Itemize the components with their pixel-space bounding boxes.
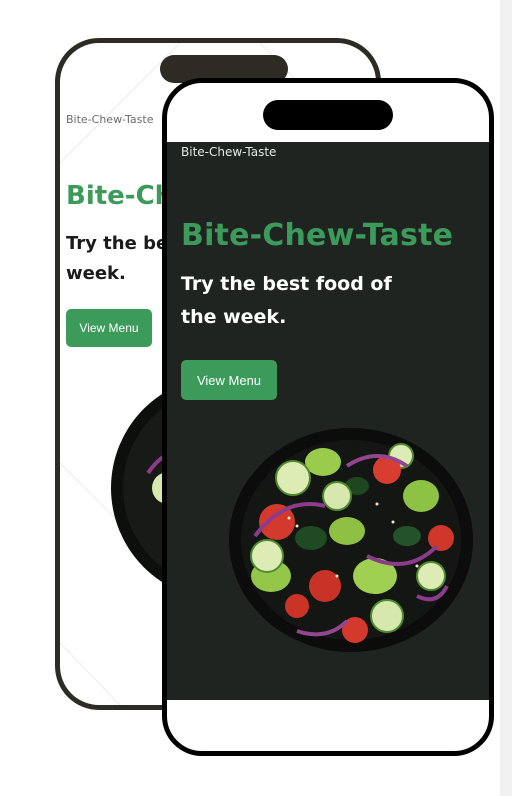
view-menu-button[interactable]: View Menu xyxy=(66,309,152,347)
app-screen: Bite-Chew-Taste Bite-Chew-Taste Try the … xyxy=(167,142,489,700)
hero-title: Bite-Ch xyxy=(66,181,174,211)
salad-bowl-image xyxy=(229,428,473,652)
brand-label: Bite-Chew-Taste xyxy=(181,145,277,159)
dynamic-island xyxy=(263,100,393,130)
brand-label: Bite-Chew-Taste xyxy=(66,113,154,126)
view-menu-button[interactable]: View Menu xyxy=(181,360,277,400)
phone-mockup-dark: Bite-Chew-Taste Bite-Chew-Taste Try the … xyxy=(162,78,494,756)
page-edge xyxy=(500,0,512,796)
hero-tagline: Try the best food of the week. xyxy=(181,273,392,328)
hero-title: Bite-Chew-Taste xyxy=(181,218,454,253)
